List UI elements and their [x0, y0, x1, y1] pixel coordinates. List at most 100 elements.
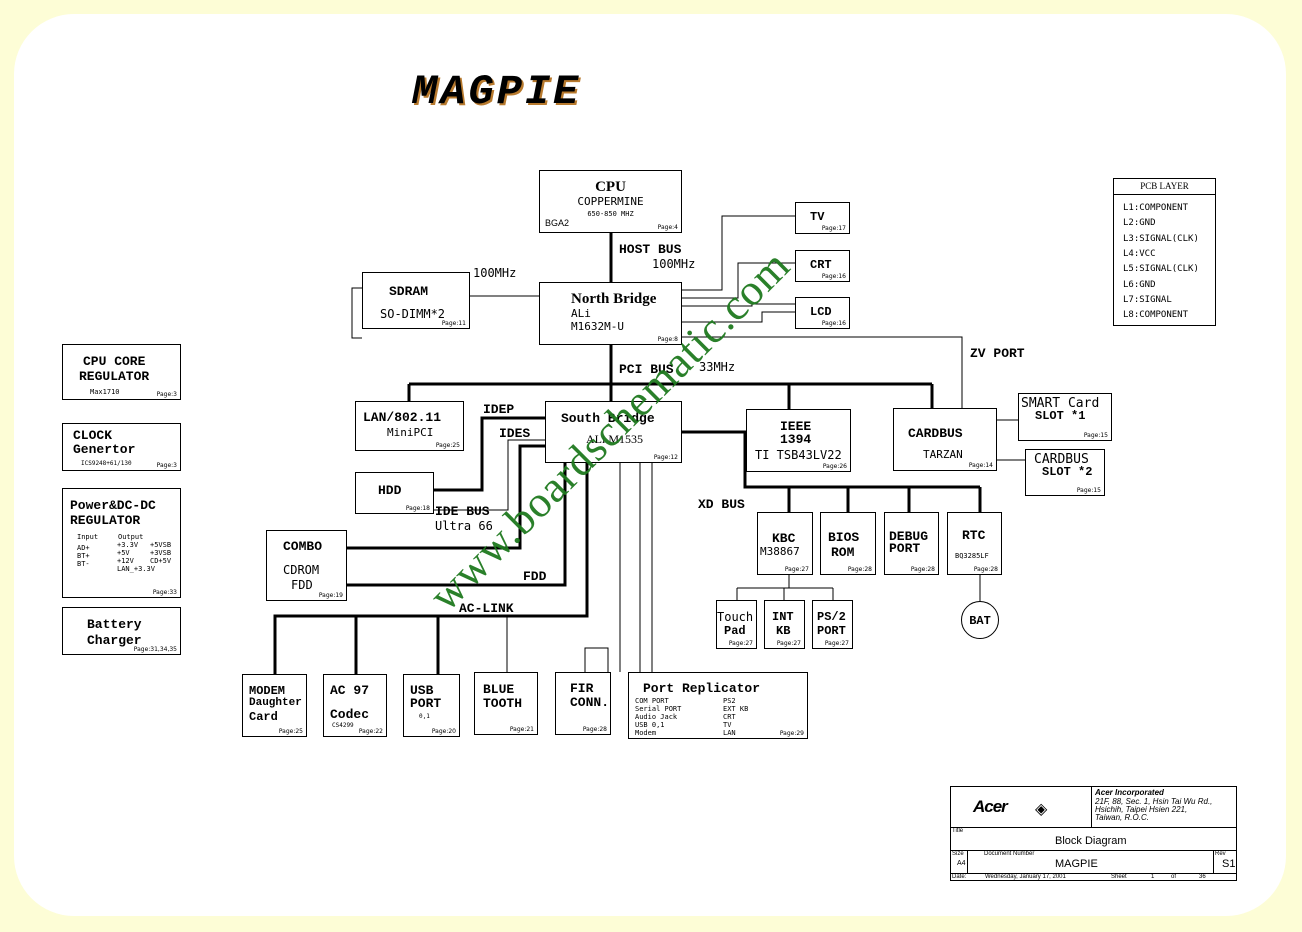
pcb-layer-item: L2:GND — [1123, 218, 1156, 229]
lan-title: LAN/802.11 — [363, 410, 442, 425]
ieee1394-block[interactable]: IEEE 1394 TI TSB43LV22 Page:26 — [746, 409, 851, 472]
sheet-label: Sheet — [1111, 874, 1127, 880]
smart-card-slot-block[interactable]: SMART Card SLOT *1 Page:15 — [1018, 393, 1112, 441]
power-output-header: Output — [118, 533, 144, 541]
power-output-item: +5V — [117, 549, 130, 557]
combo-page: Page:19 — [318, 592, 343, 599]
bluetooth-block[interactable]: BLUE TOOTH Page:21 — [474, 672, 538, 735]
sheet-value: 1 — [1151, 874, 1155, 880]
sdram-bracket — [351, 287, 362, 339]
ps2-page: Page:27 — [824, 640, 849, 647]
lan-block[interactable]: LAN/802.11 MiniPCI Page:25 — [355, 401, 464, 451]
usb-sub: 0,1 — [419, 713, 430, 720]
lcd-title: LCD — [810, 305, 832, 319]
hdd-page: Page:18 — [405, 505, 430, 512]
pcb-layer-item: L8:COMPONENT — [1123, 310, 1189, 321]
cpu-core-page: Page:3 — [156, 391, 177, 398]
ide-bus-label: IDE BUS — [435, 504, 490, 519]
tv-title: TV — [810, 210, 825, 224]
port-replicator-item: COM PORT — [635, 697, 669, 705]
tv-page: Page:17 — [821, 225, 846, 232]
zv-port-label: ZV PORT — [970, 346, 1025, 361]
crt-title: CRT — [810, 258, 832, 272]
bios-rom-block[interactable]: BIOS ROM Page:28 — [820, 512, 876, 575]
fir-line1: FIR — [570, 681, 594, 696]
port-replicator-title: Port Replicator — [643, 681, 761, 696]
bios-line1: BIOS — [828, 530, 860, 545]
crt-block[interactable]: CRT Page:16 — [795, 250, 850, 282]
host-bus-label: HOST BUS — [619, 242, 682, 257]
north-bridge-block[interactable]: North Bridge ALi M1632M-U Page:8 — [539, 282, 682, 345]
combo-block[interactable]: COMBO CDROM FDD Page:19 — [266, 530, 347, 601]
crt-page: Page:16 — [821, 273, 846, 280]
acer-logo: Acer — [973, 797, 1008, 816]
power-input-item: BT- — [77, 560, 90, 568]
kbc-page: Page:27 — [784, 566, 809, 573]
tv-block[interactable]: TV Page:17 — [795, 202, 850, 234]
title-value: Block Diagram — [1055, 835, 1127, 847]
port-replicator-page: Page:29 — [779, 730, 804, 737]
clock-generator-block[interactable]: CLOCK Genertor ICS9248+61/130 Page:3 — [62, 423, 181, 471]
power-regulator-block[interactable]: Power&DC-DC REGULATOR Input Output AD+ BT… — [62, 488, 181, 598]
ps2-port-block[interactable]: PS/2 PORT Page:27 — [812, 600, 853, 649]
south-bridge-page: Page:12 — [653, 454, 678, 461]
company-name: Acer Incorporated — [1095, 788, 1164, 797]
pcb-layer-item: L4:VCC — [1123, 248, 1156, 259]
touchpad-block[interactable]: Touch Pad Page:27 — [716, 600, 757, 649]
size-label: Size — [952, 851, 964, 857]
cpu-page: Page:4 — [657, 224, 678, 231]
ps2-line2: PORT — [817, 624, 846, 638]
title-block: Acer ◈ Acer Incorporated 21F, 88, Sec. 1… — [950, 786, 1237, 881]
hdd-block[interactable]: HDD Page:18 — [355, 472, 434, 514]
port-replicator-item: Audio Jack — [635, 713, 678, 721]
port-replicator-block[interactable]: Port Replicator COM PORT Serial PORT Audio… — [628, 672, 808, 739]
clock-page: Page:3 — [156, 462, 177, 469]
power-output-item: +3VSB — [150, 549, 172, 557]
pcb-layer-item: L7:SIGNAL — [1123, 294, 1172, 305]
cpu-block[interactable]: CPU COPPERMINE 650-850 MHZ BGA2 Page:4 — [539, 170, 682, 233]
rtc-page: Page:28 — [973, 566, 998, 573]
ac97-codec-block[interactable]: AC 97 Codec CS4299 Page:22 — [323, 674, 387, 737]
combo-fdd: FDD — [291, 578, 313, 592]
lan-sub: MiniPCI — [387, 426, 434, 439]
lcd-block[interactable]: LCD Page:16 — [795, 297, 850, 329]
fdd-label: FDD — [523, 569, 547, 584]
cardbus-title: CARDBUS — [908, 426, 963, 441]
cpu-core-regulator-block[interactable]: CPU CORE REGULATOR Max1710 Page:3 — [62, 344, 181, 400]
size-value: A4 — [957, 860, 966, 867]
power-line2: REGULATOR — [70, 513, 141, 528]
fir-line2: CONN. — [570, 695, 610, 710]
int-kb-page: Page:27 — [776, 640, 801, 647]
touchpad-page: Page:27 — [728, 640, 753, 647]
sdram-sub: SO-DIMM*2 — [380, 307, 446, 321]
usb-line2: PORT — [410, 696, 442, 711]
cardbus-slot-line2: SLOT *2 — [1042, 465, 1093, 479]
battery-charger-block[interactable]: Battery Charger Page:31,34,35 — [62, 607, 181, 655]
power-input-item: BT+ — [77, 552, 90, 560]
pcb-layer-title: PCB LAYER — [1114, 179, 1215, 195]
title-label: Title — [952, 828, 964, 834]
port-replicator-item: PS2 — [723, 697, 736, 705]
usb-port-block[interactable]: USB PORT 0,1 Page:20 — [403, 674, 460, 737]
docnum-label: Document Number — [984, 851, 1035, 857]
cardbus-part: TARZAN — [923, 448, 963, 461]
modem-line1: MODEM — [249, 684, 286, 698]
touchpad-line1: Touch — [717, 610, 754, 624]
int-kb-block[interactable]: INT KB Page:27 — [764, 600, 805, 649]
cardbus-block[interactable]: CARDBUS TARZAN Page:14 — [893, 408, 997, 471]
sdram-block[interactable]: SDRAM SO-DIMM*2 Page:11 — [362, 272, 470, 329]
cpu-core-part: Max1710 — [90, 388, 120, 396]
cardbus-slot-page: Page:15 — [1076, 487, 1101, 494]
debug-port-block[interactable]: DEBUG PORT Page:28 — [884, 512, 939, 575]
rtc-block[interactable]: RTC BQ3285LF Page:28 — [947, 512, 1002, 575]
clock-line2: Genertor — [73, 442, 136, 457]
address-line3: Taiwan, R.O.C. — [1095, 813, 1149, 822]
fir-conn-block[interactable]: FIR CONN. Page:28 — [555, 672, 611, 735]
lan-page: Page:25 — [435, 442, 460, 449]
battery-symbol[interactable]: BAT — [961, 601, 999, 639]
power-input-header: Input — [77, 533, 99, 541]
cardbus-slot-block[interactable]: CARDBUS SLOT *2 Page:15 — [1025, 449, 1105, 496]
debug-page: Page:28 — [910, 566, 935, 573]
modem-daughter-card-block[interactable]: MODEM Daughter Card Page:25 — [242, 674, 307, 737]
kbc-block[interactable]: KBC M38867 Page:27 — [757, 512, 813, 575]
